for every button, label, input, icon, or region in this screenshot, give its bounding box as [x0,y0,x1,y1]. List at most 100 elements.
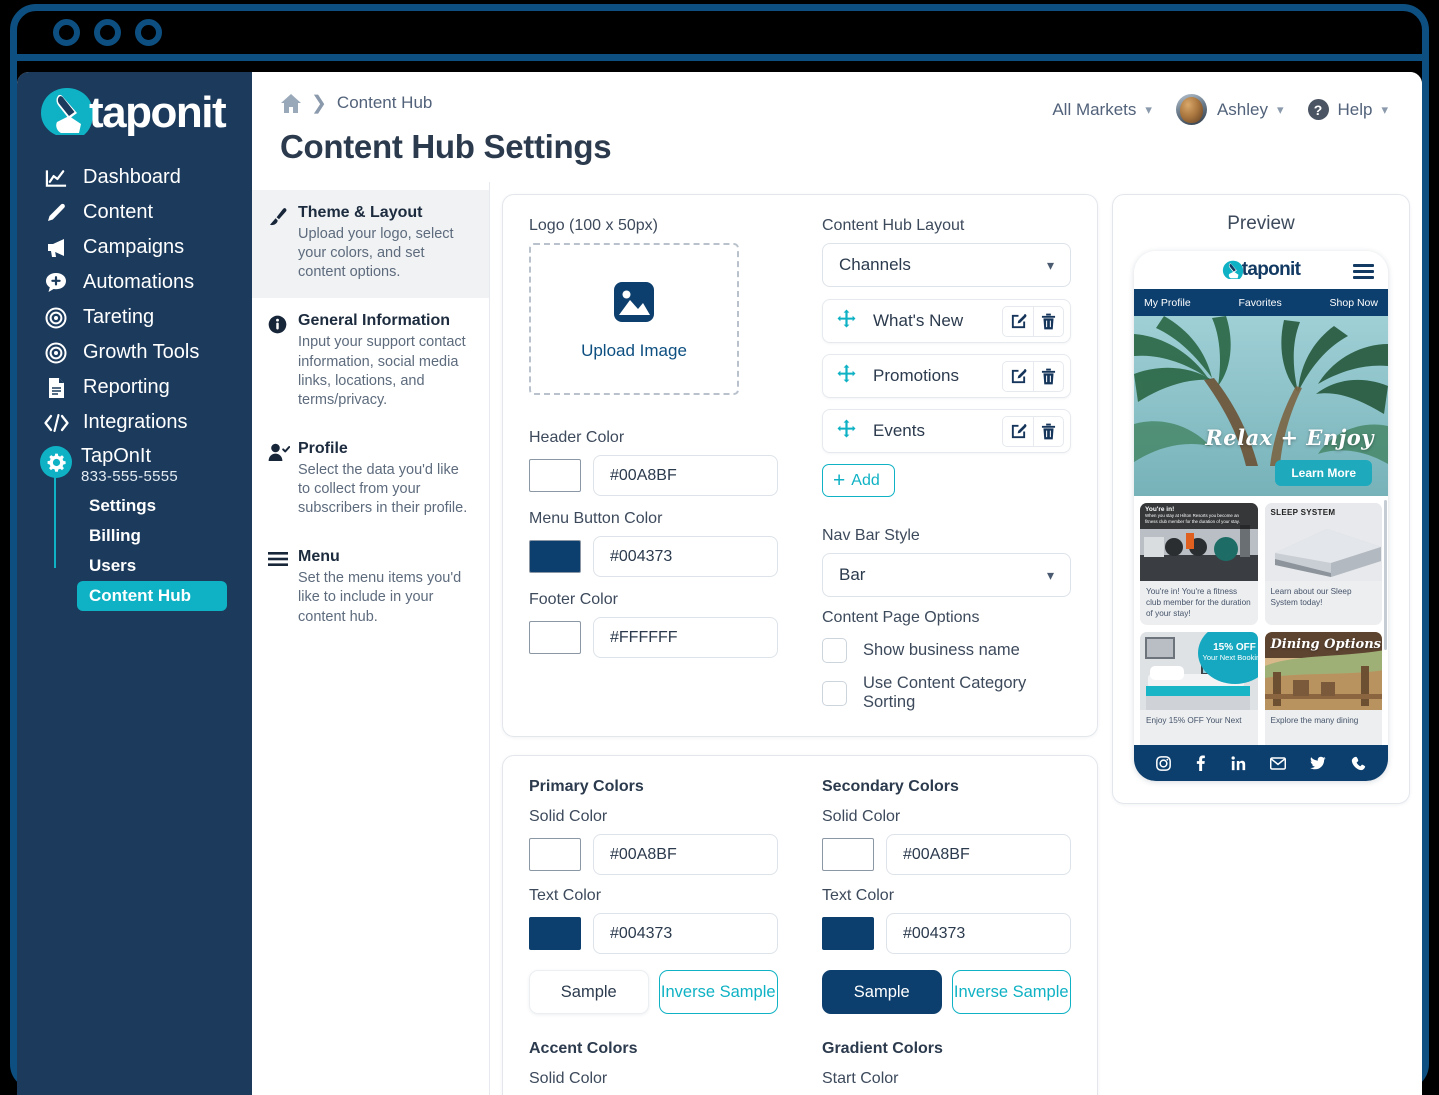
move-arrows-icon[interactable] [837,309,859,333]
secondary-text-input[interactable]: #004373 [886,913,1071,954]
phone-nav-item[interactable]: My Profile [1144,297,1191,309]
trash-icon[interactable] [1033,415,1064,447]
show-business-name-checkbox[interactable] [822,638,847,663]
layout-item[interactable]: What's New [822,299,1071,343]
content-column: ❯ Content Hub All Markets ▾ Ashley ▾ ? H… [252,72,1422,1095]
trash-icon[interactable] [1033,305,1064,337]
home-icon[interactable] [280,93,302,114]
sidebar-item-label: Dashboard [83,166,181,188]
sidebar-item-billing[interactable]: Billing [79,521,252,551]
content-hub-layout-select[interactable]: Channels ▾ [822,243,1071,287]
secondary-inverse-sample-button[interactable]: Inverse Sample [951,970,1071,1014]
sidebar-item-content[interactable]: Content [17,195,252,230]
phone-card-caption: You're in! You're a fitness club member … [1146,587,1251,619]
settings-nav-general-information[interactable]: General Information Input your support c… [252,298,489,426]
settings-nav-theme-layout[interactable]: Theme & Layout Upload your logo, select … [252,190,489,299]
phone-scrollbar[interactable] [1384,500,1387,650]
header-color-input[interactable]: #00A8BF [593,455,778,496]
phone-content-card[interactable]: 15% OFF Your Next Booking! Enjoy 15% OFF… [1140,632,1258,745]
menu-button-color-input[interactable]: #004373 [593,536,778,577]
primary-solid-input[interactable]: #00A8BF [593,834,778,875]
sidebar-item-label: Content [83,201,154,223]
sidebar-logo-text: taponit [89,88,227,137]
sidebar-item-settings[interactable]: Settings [79,491,252,521]
help-menu[interactable]: ? Help ▾ [1307,99,1388,120]
sidebar-item-tareting[interactable]: Tareting [17,300,252,335]
image-icon [610,278,658,331]
primary-solid-swatch[interactable] [529,838,581,871]
sidebar-item-dashboard[interactable]: Dashboard [17,160,252,195]
phone-content-card[interactable]: Dining Options Explore the many dining [1264,632,1382,745]
window-dot-3[interactable] [135,19,162,46]
logo-dropzone[interactable]: Upload Image [529,243,739,395]
instagram-icon[interactable] [1156,755,1172,771]
category-sorting-checkbox[interactable] [822,680,847,706]
hamburger-icon [268,548,294,626]
phone-icon[interactable] [1351,756,1366,771]
add-button-label: Add [851,471,880,489]
market-selector[interactable]: All Markets ▾ [1052,100,1152,120]
primary-text-input[interactable]: #004373 [593,913,778,954]
linkedin-icon[interactable] [1231,755,1246,771]
user-menu[interactable]: Ashley ▾ [1175,94,1284,125]
show-business-name-label: Show business name [863,641,1020,659]
email-icon[interactable] [1270,756,1287,770]
primary-sample-button[interactable]: Sample [529,970,649,1014]
nav-bar-style-select[interactable]: Bar ▾ [822,553,1071,597]
theme-layout-card: Logo (100 x 50px) Upload Image Header Co… [502,194,1098,737]
window-dot-2[interactable] [94,19,121,46]
account-phone: 833-555-5555 [81,468,179,485]
secondary-sample-button[interactable]: Sample [822,970,942,1014]
edit-pencil-icon[interactable] [1002,360,1033,392]
edit-pencil-icon[interactable] [1002,415,1033,447]
menu-button-color-swatch[interactable] [529,540,581,573]
phone-nav-item[interactable]: Shop Now [1330,297,1378,309]
sidebar-item-automations[interactable]: Automations [17,265,252,300]
breadcrumb-label[interactable]: Content Hub [337,93,432,113]
category-sorting-row[interactable]: Use Content Category Sorting [822,674,1071,712]
hamburger-icon[interactable] [1353,264,1374,282]
move-arrows-icon[interactable] [837,364,859,388]
topbar-right: All Markets ▾ Ashley ▾ ? Help ▾ [1028,94,1388,125]
secondary-text-swatch[interactable] [822,917,874,950]
window-dot-1[interactable] [53,19,80,46]
primary-inverse-sample-button[interactable]: Inverse Sample [658,970,778,1014]
layout-item[interactable]: Promotions [822,354,1071,398]
facebook-icon[interactable] [1195,755,1206,771]
sidebar-logo[interactable]: taponit [17,72,252,158]
phone-content-card[interactable]: SLEEP SYSTEM Learn about our Sleep Syste… [1264,503,1382,625]
secondary-solid-input[interactable]: #00A8BF [886,834,1071,875]
settings-nav-menu[interactable]: Menu Set the menu items you'd like to in… [252,534,489,642]
add-layout-button[interactable]: + Add [822,464,895,497]
phone-card-overlay-sub: When you stay at Hilton Resorts you beco… [1145,513,1240,524]
sidebar-item-label: Reporting [83,376,170,398]
edit-pencil-icon[interactable] [1002,305,1033,337]
sidebar-item-users[interactable]: Users [79,551,252,581]
header-color-swatch[interactable] [529,459,581,492]
phone-hero-button[interactable]: Learn More [1275,460,1372,486]
footer-color-swatch[interactable] [529,621,581,654]
show-business-name-row[interactable]: Show business name [822,638,1071,663]
primary-text-swatch[interactable] [529,917,581,950]
sidebar-item-reporting[interactable]: Reporting [17,370,252,405]
sidebar-account: TapOnIt 833-555-5555 Settings Billing Us… [17,446,252,611]
phone-content-card[interactable]: You're in! When you stay at Hilton Resor… [1140,503,1258,625]
footer-color-input[interactable]: #FFFFFF [593,617,778,658]
settings-nav-profile[interactable]: Profile Select the data you'd like to co… [252,426,489,534]
layout-item[interactable]: Events [822,409,1071,453]
sidebar-item-growth-tools[interactable]: Growth Tools [17,335,252,370]
secondary-solid-swatch[interactable] [822,838,874,871]
trash-icon[interactable] [1033,360,1064,392]
accent-colors-title: Accent Colors [529,1040,638,1057]
phone-nav-item[interactable]: Favorites [1239,297,1282,309]
sidebar-item-content-hub[interactable]: Content Hub [77,581,227,611]
twitter-icon[interactable] [1310,756,1327,770]
sidebar-item-account[interactable]: TapOnIt 833-555-5555 [17,446,252,485]
settings-nav-desc: Select the data you'd like to collect fr… [298,461,468,517]
move-arrows-icon[interactable] [837,419,859,443]
chart-line-icon [43,167,69,189]
sidebar-item-integrations[interactable]: Integrations [17,405,252,440]
sidebar-item-campaigns[interactable]: Campaigns [17,230,252,265]
nav-bar-style-value: Bar [839,565,866,584]
phone-navbar: My Profile Favorites Shop Now [1134,289,1388,316]
